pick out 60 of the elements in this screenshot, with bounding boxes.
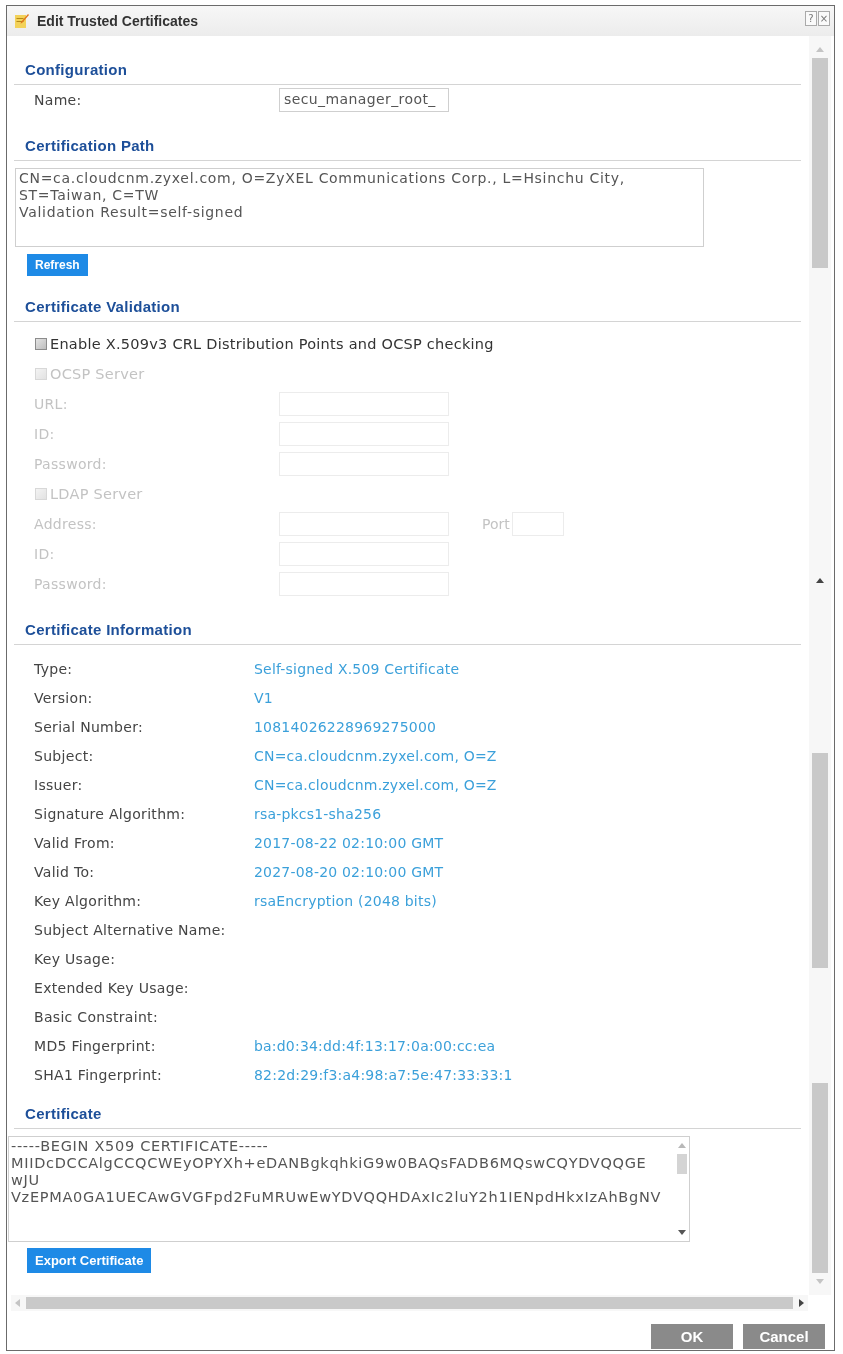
info-value: ba:d0:34:dd:4f:13:17:0a:00:cc:ea bbox=[254, 1037, 496, 1054]
info-label: SHA1 Fingerprint: bbox=[34, 1066, 164, 1083]
info-value: Self-signed X.509 Certificate bbox=[254, 660, 460, 677]
window-title: Edit Trusted Certificates bbox=[37, 13, 199, 29]
certification-path-field[interactable]: CN=ca.cloudcnm.zyxel.com, O=ZyXEL Communications Corp., L=Hsinchu City, ST=Taiwan, C=TW Validation Result=self-signed bbox=[15, 168, 704, 247]
info-label: Issuer: bbox=[34, 776, 84, 793]
info-value: CN=ca.cloudcnm.zyxel.com, O=Z bbox=[254, 776, 497, 793]
info-label: Key Algorithm: bbox=[34, 892, 143, 909]
field-label: ID: bbox=[34, 426, 56, 442]
info-label: Version: bbox=[34, 689, 94, 706]
info-value: 10814026228969275000 bbox=[254, 718, 437, 735]
info-value: 2027-08-20 02:10:00 GMT bbox=[254, 863, 444, 880]
field-label: Port bbox=[482, 516, 511, 532]
scrollbar-thumb[interactable] bbox=[812, 753, 828, 968]
section-heading: Certificate Information bbox=[25, 621, 192, 638]
note-pencil-icon bbox=[15, 14, 29, 28]
info-label: Subject Alternative Name: bbox=[34, 921, 227, 938]
scrollbar-thumb[interactable] bbox=[812, 1083, 828, 1273]
dialog-button[interactable]: Cancel bbox=[743, 1324, 825, 1349]
name-field[interactable]: secu_manager_root_ bbox=[279, 88, 449, 112]
section-heading: Certificate Validation bbox=[25, 298, 180, 315]
field-label: Password: bbox=[34, 576, 108, 592]
info-label: Extended Key Usage: bbox=[34, 979, 190, 996]
info-value: V1 bbox=[254, 689, 273, 706]
info-value: rsa-pkcs1-sha256 bbox=[254, 805, 382, 822]
info-label: Valid From: bbox=[34, 834, 116, 851]
close-button[interactable]: × bbox=[818, 11, 830, 26]
info-label: Key Usage: bbox=[34, 950, 117, 967]
info-label: Serial Number: bbox=[34, 718, 144, 735]
info-value: rsaEncryption (2048 bits) bbox=[254, 892, 437, 909]
checkbox[interactable] bbox=[35, 338, 47, 350]
section-heading: Configuration bbox=[25, 61, 128, 78]
info-label: Type: bbox=[34, 660, 74, 677]
scroll-left-icon[interactable] bbox=[15, 1299, 20, 1307]
refresh-button[interactable]: Refresh bbox=[27, 254, 88, 276]
info-label: Valid To: bbox=[34, 863, 96, 880]
field-label: URL: bbox=[34, 396, 69, 412]
info-label: Subject: bbox=[34, 747, 95, 764]
help-button[interactable]: ? bbox=[805, 11, 817, 26]
vertical-scrollbar[interactable] bbox=[809, 36, 831, 1295]
info-label: Basic Constraint: bbox=[34, 1008, 159, 1025]
info-label: Signature Algorithm: bbox=[34, 805, 187, 822]
scroll-right-icon[interactable] bbox=[799, 1299, 804, 1307]
info-label: MD5 Fingerprint: bbox=[34, 1037, 157, 1054]
info-value: 2017-08-22 02:10:00 GMT bbox=[254, 834, 444, 851]
checkbox-label[interactable]: Enable X.509v3 CRL Distribution Points and OCSP checking bbox=[50, 336, 494, 352]
section-heading: Certificate bbox=[25, 1105, 102, 1122]
field-label: Name: bbox=[34, 92, 83, 108]
scrollbar-thumb[interactable] bbox=[26, 1297, 793, 1309]
export-certificate-button[interactable]: Export Certificate bbox=[27, 1248, 152, 1273]
field-label: Address: bbox=[34, 516, 98, 532]
scrollbar-thumb[interactable] bbox=[812, 58, 828, 268]
field-label: Password: bbox=[34, 456, 108, 472]
field-label: ID: bbox=[34, 546, 56, 562]
scroll-up-icon[interactable] bbox=[816, 578, 824, 583]
section-heading: Certification Path bbox=[25, 137, 155, 154]
dialog-button[interactable]: OK bbox=[651, 1324, 733, 1349]
info-value: 82:2d:29:f3:a4:98:a7:5e:47:33:33:1 bbox=[254, 1066, 513, 1083]
horizontal-scrollbar[interactable] bbox=[11, 1295, 808, 1311]
info-value: CN=ca.cloudcnm.zyxel.com, O=Z bbox=[254, 747, 497, 764]
